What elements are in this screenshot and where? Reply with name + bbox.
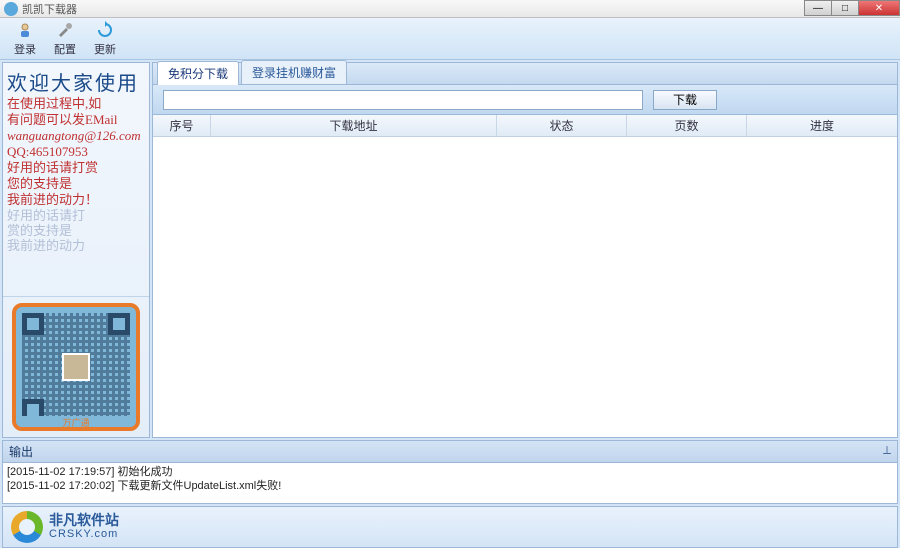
sidebar: 欢迎大家使用 在使用过程中,如 有问题可以发EMail wanguangtong… xyxy=(2,62,150,438)
footer-logo: 非凡软件站 CRSKY.com xyxy=(11,511,119,543)
minimize-button[interactable]: — xyxy=(804,0,832,16)
log-line: [2015-11-02 17:19:57] 初始化成功 xyxy=(7,465,893,479)
col-progress[interactable]: 进度 xyxy=(747,115,897,136)
grid-header: 序号 下载地址 状态 页数 进度 xyxy=(153,115,897,137)
refresh-icon xyxy=(95,20,115,40)
download-button[interactable]: 下载 xyxy=(653,90,717,110)
update-label: 更新 xyxy=(94,41,116,57)
welcome-text: 我前进的动力！ xyxy=(7,192,145,208)
output-title: 输出 xyxy=(9,443,33,460)
footer-site-name: 非凡软件站 xyxy=(49,513,119,527)
tab-earn[interactable]: 登录挂机赚财富 xyxy=(241,60,347,84)
footer: 非凡软件站 CRSKY.com xyxy=(2,506,898,548)
config-button[interactable]: 配置 xyxy=(46,18,84,59)
login-button[interactable]: 登录 xyxy=(6,18,44,59)
welcome-email: wanguangtong@126.com xyxy=(7,128,145,144)
output-section: 输出 ⟂ [2015-11-02 17:19:57] 初始化成功 [2015-1… xyxy=(2,440,898,504)
close-button[interactable]: ✕ xyxy=(858,0,900,16)
col-status[interactable]: 状态 xyxy=(497,115,627,136)
output-header: 输出 ⟂ xyxy=(2,440,898,462)
maximize-button[interactable]: □ xyxy=(831,0,859,16)
qr-panel: 万广通 xyxy=(3,297,149,437)
col-url[interactable]: 下载地址 xyxy=(211,115,497,136)
tools-icon xyxy=(55,20,75,40)
welcome-ghost: 赏的支持是 xyxy=(7,223,145,238)
pin-icon[interactable]: ⟂ xyxy=(883,443,891,460)
qr-label: 万广通 xyxy=(16,416,136,429)
tab-free-download[interactable]: 免积分下载 xyxy=(157,61,239,85)
welcome-panel: 欢迎大家使用 在使用过程中,如 有问题可以发EMail wanguangtong… xyxy=(3,63,149,297)
toolbar: 登录 配置 更新 xyxy=(0,18,900,60)
log-line: [2015-11-02 17:20:02] 下载更新文件UpdateList.x… xyxy=(7,479,893,493)
output-log[interactable]: [2015-11-02 17:19:57] 初始化成功 [2015-11-02 … xyxy=(2,462,898,504)
footer-site-url: CRSKY.com xyxy=(49,527,119,541)
app-icon xyxy=(4,2,18,16)
window-controls: — □ ✕ xyxy=(805,0,900,16)
config-label: 配置 xyxy=(54,41,76,57)
window-title: 凯凯下载器 xyxy=(22,1,77,17)
main-panel: 免积分下载 登录挂机赚财富 下载 序号 下载地址 状态 页数 进度 xyxy=(152,62,898,438)
welcome-ghost: 我前进的动力 xyxy=(7,238,145,253)
tab-bar: 免积分下载 登录挂机赚财富 xyxy=(153,63,897,85)
welcome-qq: QQ:465107953 xyxy=(7,144,145,160)
col-index[interactable]: 序号 xyxy=(153,115,211,136)
welcome-text: 在使用过程中,如 xyxy=(7,96,145,112)
welcome-ghost: 好用的话请打 xyxy=(7,208,145,223)
titlebar: 凯凯下载器 — □ ✕ xyxy=(0,0,900,18)
login-label: 登录 xyxy=(14,41,36,57)
url-input[interactable] xyxy=(163,90,643,110)
user-icon xyxy=(15,20,35,40)
qr-code: 万广通 xyxy=(12,303,140,431)
grid-body[interactable] xyxy=(153,137,897,437)
download-grid: 序号 下载地址 状态 页数 进度 xyxy=(153,115,897,437)
update-button[interactable]: 更新 xyxy=(86,18,124,59)
logo-icon xyxy=(11,511,43,543)
welcome-text: 有问题可以发EMail xyxy=(7,112,145,128)
welcome-title: 欢迎大家使用 xyxy=(7,67,145,96)
welcome-text: 您的支持是 xyxy=(7,176,145,192)
welcome-text: 好用的话请打赏 xyxy=(7,160,145,176)
col-pages[interactable]: 页数 xyxy=(627,115,747,136)
url-bar: 下载 xyxy=(153,85,897,115)
